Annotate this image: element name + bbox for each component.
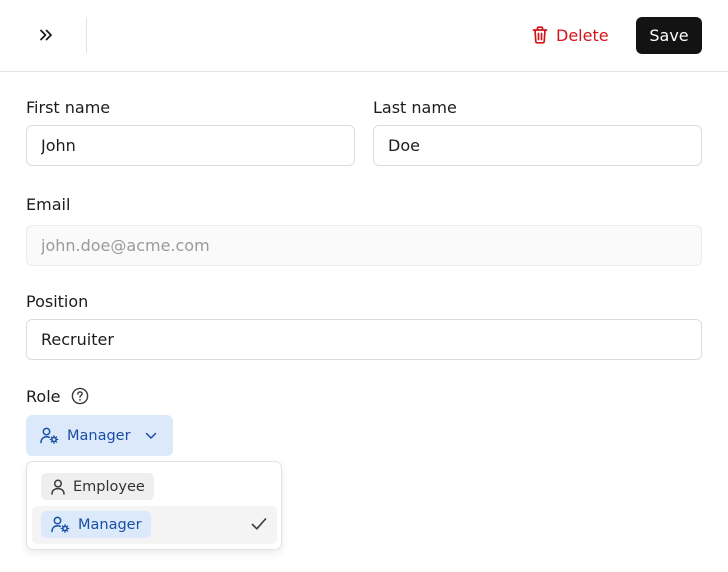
delete-button[interactable]: Delete — [532, 18, 609, 52]
user-cog-icon — [51, 516, 70, 533]
role-select[interactable]: Manager — [26, 415, 173, 456]
check-icon — [251, 518, 267, 530]
role-dropdown-menu: Employee Manager — [26, 461, 282, 550]
manager-chip: Manager — [41, 511, 151, 538]
toolbar-divider — [86, 17, 87, 53]
email-input — [26, 225, 702, 266]
chevron-down-icon — [145, 432, 156, 439]
employee-chip: Employee — [41, 473, 154, 500]
role-option-employee[interactable]: Employee — [32, 468, 277, 506]
position-input[interactable] — [26, 319, 702, 360]
last-name-label: Last name — [373, 98, 457, 117]
delete-label: Delete — [556, 25, 609, 45]
role-option-manager[interactable]: Manager — [32, 506, 277, 544]
first-name-input[interactable] — [26, 125, 355, 166]
role-option-label: Employee — [73, 478, 145, 495]
user-icon — [51, 479, 65, 495]
role-option-label: Manager — [78, 516, 142, 533]
user-cog-icon — [40, 427, 59, 444]
chevrons-right-icon — [40, 29, 52, 41]
first-name-label: First name — [26, 98, 111, 117]
role-label: Role — [26, 387, 61, 406]
email-label: Email — [26, 195, 71, 214]
save-button[interactable]: Save — [636, 17, 702, 54]
last-name-input[interactable] — [373, 125, 702, 166]
question-circle-icon[interactable] — [71, 387, 89, 405]
expand-sidebar-button[interactable] — [28, 18, 64, 52]
role-select-value: Manager — [67, 427, 131, 444]
position-label: Position — [26, 292, 89, 311]
trash-icon — [532, 26, 548, 44]
top-toolbar: Delete Save — [0, 0, 728, 72]
